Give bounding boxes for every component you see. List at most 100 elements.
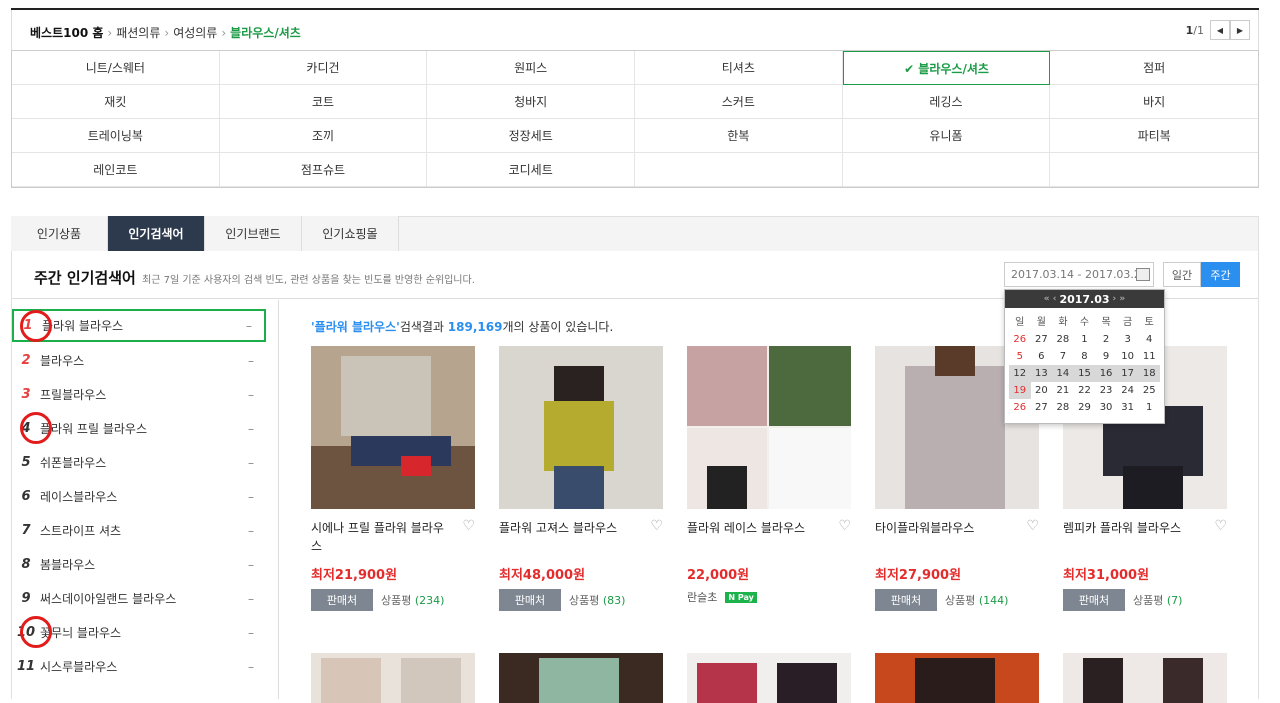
- calendar-day[interactable]: 1: [1074, 331, 1096, 348]
- ranking-item[interactable]: 6 레이스블라우스 –: [12, 480, 266, 513]
- calendar-day[interactable]: 29: [1074, 399, 1096, 416]
- product-name[interactable]: 렘피카 플라워 블라우스: [1063, 519, 1203, 537]
- heart-icon[interactable]: ♡: [462, 518, 475, 534]
- tab-popular-products[interactable]: 인기상품: [11, 216, 108, 251]
- ranking-item[interactable]: 7 스트라이프 셔츠 –: [12, 514, 266, 547]
- heart-icon[interactable]: ♡: [838, 518, 851, 534]
- calendar-day[interactable]: 20: [1031, 382, 1053, 399]
- ranking-item[interactable]: 8 봄블라우스 –: [12, 548, 266, 581]
- product-image[interactable]: [875, 653, 1039, 703]
- product-image[interactable]: [311, 346, 475, 509]
- calendar-day[interactable]: 5: [1009, 348, 1031, 365]
- category-item[interactable]: 청바지: [427, 85, 635, 119]
- calendar-day[interactable]: 3: [1117, 331, 1139, 348]
- seller-button[interactable]: 판매처: [499, 589, 561, 611]
- seller-button[interactable]: 판매처: [1063, 589, 1125, 611]
- category-item[interactable]: 점퍼: [1050, 51, 1258, 85]
- category-item[interactable]: 점프슈트: [219, 153, 428, 187]
- calendar-day[interactable]: 15: [1073, 365, 1096, 382]
- calendar-day[interactable]: 16: [1095, 365, 1117, 382]
- product-image[interactable]: [687, 346, 851, 509]
- calendar-day[interactable]: 30: [1095, 399, 1117, 416]
- category-item[interactable]: 재킷: [12, 85, 220, 119]
- category-item[interactable]: 한복: [635, 119, 843, 153]
- heart-icon[interactable]: ♡: [650, 518, 663, 534]
- calendar-day[interactable]: 2: [1095, 331, 1117, 348]
- category-item[interactable]: 유니폼: [842, 119, 1051, 153]
- calendar-day[interactable]: 17: [1116, 365, 1139, 382]
- next-month-icon[interactable]: › »: [1113, 294, 1126, 304]
- calendar-day[interactable]: 25: [1138, 382, 1160, 399]
- product-image[interactable]: [687, 653, 851, 703]
- product-image[interactable]: [1063, 653, 1227, 703]
- product-name[interactable]: 타이플라워블라우스: [875, 519, 1015, 537]
- calendar-day[interactable]: 10: [1117, 348, 1139, 365]
- category-item[interactable]: 원피스: [427, 51, 635, 85]
- product-name[interactable]: 플라워 고져스 블라우스: [499, 519, 639, 537]
- category-item[interactable]: 티셔츠: [635, 51, 843, 85]
- product-image[interactable]: [499, 346, 663, 509]
- tab-popular-keywords[interactable]: 인기검색어: [108, 216, 205, 251]
- calendar-day[interactable]: 27: [1031, 399, 1053, 416]
- calendar-day[interactable]: 13: [1030, 365, 1053, 382]
- category-item[interactable]: 정장세트: [427, 119, 635, 153]
- calendar-day[interactable]: 28: [1052, 399, 1074, 416]
- daily-button[interactable]: 일간: [1163, 262, 1201, 287]
- calendar-day[interactable]: 31: [1117, 399, 1139, 416]
- prev-month-icon[interactable]: « ‹: [1044, 294, 1057, 304]
- date-range-field[interactable]: 2017.03.14 - 2017.03.20: [1004, 262, 1154, 287]
- category-item[interactable]: 트레이닝복: [12, 119, 220, 153]
- tab-popular-malls[interactable]: 인기쇼핑몰: [302, 216, 399, 251]
- calendar-day[interactable]: 18: [1138, 365, 1160, 382]
- calendar-day[interactable]: 1: [1138, 399, 1160, 416]
- calendar-day[interactable]: 11: [1138, 348, 1160, 365]
- review-link[interactable]: 상품평 (144): [945, 592, 1008, 608]
- breadcrumb-level1[interactable]: 패션의류: [116, 26, 160, 40]
- product-card[interactable]: 플라워 고져스 블라우스 ♡ 최저48,000원 판매처 상품평 (83): [499, 346, 663, 611]
- category-item[interactable]: 니트/스웨터: [12, 51, 220, 85]
- breadcrumb-home[interactable]: 베스트100 홈: [30, 26, 103, 40]
- calendar-icon[interactable]: [1136, 268, 1150, 281]
- calendar-day[interactable]: 24: [1117, 382, 1139, 399]
- review-link[interactable]: 상품평 (7): [1133, 592, 1182, 608]
- category-item[interactable]: 스커트: [635, 85, 843, 119]
- product-card[interactable]: 플라워 레이스 블라우스 ♡ 22,000원 란슬초 N Pay: [687, 346, 851, 604]
- product-card[interactable]: 시에나 프릴 플라워 블라우스 ♡ 최저21,900원 판매처 상품평 (234…: [311, 346, 475, 611]
- seller-button[interactable]: 판매처: [311, 589, 373, 611]
- category-item[interactable]: 레깅스: [842, 85, 1051, 119]
- calendar-day[interactable]: 9: [1095, 348, 1117, 365]
- calendar-day[interactable]: 19: [1009, 382, 1031, 399]
- mall-name[interactable]: 란슬초: [687, 589, 717, 605]
- seller-button[interactable]: 판매처: [875, 589, 937, 611]
- calendar-day[interactable]: 7: [1052, 348, 1074, 365]
- calendar-day[interactable]: 27: [1031, 331, 1053, 348]
- category-item[interactable]: 파티복: [1050, 119, 1258, 153]
- category-item[interactable]: 레인코트: [12, 153, 220, 187]
- product-image[interactable]: [311, 653, 475, 703]
- ranking-item[interactable]: 2 블라우스 –: [12, 344, 266, 377]
- ranking-item[interactable]: 9 써스데이아일랜드 블라우스 –: [12, 582, 266, 615]
- ranking-item[interactable]: 5 쉬폰블라우스 –: [12, 446, 266, 479]
- category-item-selected[interactable]: ✔ 블라우스/셔츠: [842, 51, 1051, 85]
- category-item[interactable]: 카디건: [219, 51, 428, 85]
- prev-page-button[interactable]: ◀: [1210, 20, 1230, 40]
- ranking-item[interactable]: 3 프릴블라우스 –: [12, 378, 266, 411]
- calendar-day[interactable]: 26: [1009, 331, 1031, 348]
- tab-popular-brands[interactable]: 인기브랜드: [205, 216, 302, 251]
- heart-icon[interactable]: ♡: [1214, 518, 1227, 534]
- calendar-day[interactable]: 12: [1009, 365, 1031, 382]
- calendar-day[interactable]: 21: [1052, 382, 1074, 399]
- calendar-day[interactable]: 23: [1095, 382, 1117, 399]
- calendar-day[interactable]: 14: [1052, 365, 1074, 382]
- calendar-day[interactable]: 8: [1074, 348, 1096, 365]
- next-page-button[interactable]: ▶: [1230, 20, 1250, 40]
- category-item[interactable]: 코디세트: [427, 153, 635, 187]
- calendar-day[interactable]: 6: [1031, 348, 1053, 365]
- product-name[interactable]: 플라워 레이스 블라우스: [687, 519, 827, 537]
- product-name[interactable]: 시에나 프릴 플라워 블라우스: [311, 519, 451, 555]
- review-link[interactable]: 상품평 (234): [381, 592, 444, 608]
- review-link[interactable]: 상품평 (83): [569, 592, 625, 608]
- breadcrumb-level2[interactable]: 여성의류: [173, 26, 217, 40]
- ranking-item[interactable]: 11 시스루블라우스 –: [12, 650, 266, 683]
- calendar-day[interactable]: 4: [1138, 331, 1160, 348]
